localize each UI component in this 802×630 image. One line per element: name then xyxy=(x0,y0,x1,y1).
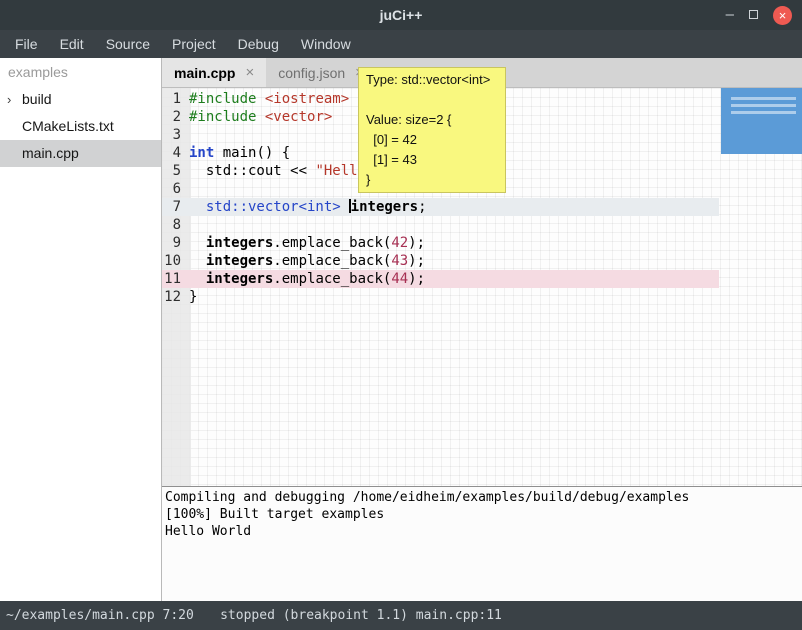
maximize-icon xyxy=(749,10,758,19)
file-tree: examples › build CMakeLists.txt main.cpp xyxy=(0,58,162,601)
editor-line[interactable]: 12} xyxy=(162,288,719,306)
sidebar-item-main-cpp[interactable]: main.cpp xyxy=(0,140,161,167)
overview-code-mark xyxy=(731,111,796,114)
file-tree-root-label: examples xyxy=(0,58,161,86)
overview-thumb[interactable] xyxy=(721,88,802,154)
menu-project[interactable]: Project xyxy=(161,30,227,58)
tab-close-icon[interactable]: × xyxy=(245,64,254,81)
status-bar: ~/examples/main.cpp 7:20 stopped (breakp… xyxy=(0,601,802,630)
editor-line[interactable]: 9 integers.emplace_back(42); xyxy=(162,234,719,252)
overview-code-mark xyxy=(731,104,796,107)
line-number[interactable]: 1 xyxy=(162,90,186,108)
code-text[interactable]: integers.emplace_back(42); xyxy=(186,234,719,252)
output-console: Compiling and debugging /home/eidheim/ex… xyxy=(162,486,802,601)
menu-window[interactable]: Window xyxy=(290,30,362,58)
overview-code-mark xyxy=(731,97,796,100)
sidebar-item-label: CMakeLists.txt xyxy=(22,118,114,134)
editor-line[interactable]: 10 integers.emplace_back(43); xyxy=(162,252,719,270)
menu-file[interactable]: File xyxy=(4,30,49,58)
code-text[interactable]: } xyxy=(186,288,719,306)
titlebar: juCi++ – × xyxy=(0,0,802,30)
menu-debug[interactable]: Debug xyxy=(227,30,290,58)
line-number[interactable]: 4 xyxy=(162,144,186,162)
tooltip-line: Value: size=2 { xyxy=(366,110,498,130)
status-debug-state: stopped (breakpoint 1.1) main.cpp:11 xyxy=(100,608,622,623)
debug-value-tooltip: Type: std::vector<int> Value: size=2 { [… xyxy=(358,67,506,193)
close-button[interactable]: × xyxy=(773,6,792,25)
tooltip-line: [1] = 43 xyxy=(366,150,498,170)
line-number[interactable]: 5 xyxy=(162,162,186,180)
line-number[interactable]: 8 xyxy=(162,216,186,234)
line-number[interactable]: 10 xyxy=(162,252,186,270)
tooltip-line xyxy=(366,90,498,110)
sidebar-item-label: main.cpp xyxy=(22,145,79,161)
line-number[interactable]: 3 xyxy=(162,126,186,144)
window-controls: – × xyxy=(726,0,792,30)
line-number[interactable]: 2 xyxy=(162,108,186,126)
tab-label: main.cpp xyxy=(174,65,235,81)
line-number[interactable]: 7 xyxy=(162,198,186,216)
sidebar-item-cmakelists-txt[interactable]: CMakeLists.txt xyxy=(0,113,161,140)
tooltip-line: Type: std::vector<int> xyxy=(366,70,498,90)
line-number[interactable]: 12 xyxy=(162,288,186,306)
line-number[interactable]: 9 xyxy=(162,234,186,252)
sidebar-item-label: build xyxy=(22,91,52,107)
file-tree-items: › build CMakeLists.txt main.cpp xyxy=(0,86,161,167)
editor-line[interactable]: 11 integers.emplace_back(44); xyxy=(162,270,719,288)
line-number[interactable]: 11 xyxy=(162,270,186,288)
code-text[interactable]: integers.emplace_back(44); xyxy=(186,270,719,288)
maximize-button[interactable] xyxy=(749,6,758,24)
tooltip-line: } xyxy=(366,170,498,190)
code-text[interactable] xyxy=(186,216,719,234)
menubar: FileEditSourceProjectDebugWindow xyxy=(0,30,802,58)
menu-edit[interactable]: Edit xyxy=(49,30,95,58)
code-text[interactable]: std::vector<int> integers; xyxy=(186,198,719,216)
expander-icon[interactable]: › xyxy=(7,86,11,113)
editor-line[interactable]: 8 xyxy=(162,216,719,234)
editor-line[interactable]: 7 std::vector<int> integers; xyxy=(162,198,719,216)
tooltip-line: [0] = 42 xyxy=(366,130,498,150)
line-number[interactable]: 6 xyxy=(162,180,186,198)
menu-source[interactable]: Source xyxy=(95,30,161,58)
window-title: juCi++ xyxy=(0,7,802,23)
sidebar-item-build[interactable]: › build xyxy=(0,86,161,113)
code-text[interactable]: integers.emplace_back(43); xyxy=(186,252,719,270)
minimize-button[interactable]: – xyxy=(726,10,734,20)
scrollbar-overview[interactable] xyxy=(719,88,802,486)
tab-main-cpp[interactable]: main.cpp × xyxy=(162,58,266,87)
tab-label: config.json xyxy=(278,65,345,81)
jucipp-window: juCi++ – × FileEditSourceProjectDebugWin… xyxy=(0,0,802,630)
